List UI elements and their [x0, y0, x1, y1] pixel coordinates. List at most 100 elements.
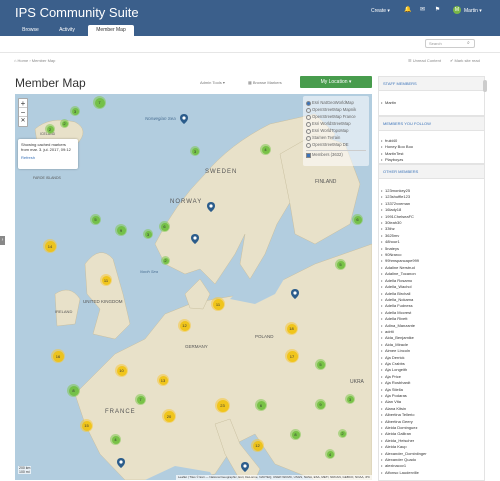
site-title[interactable]: IPS Community Suite — [15, 5, 139, 20]
layer-option[interactable]: Esri NatGeoWorldMap — [306, 99, 366, 106]
member-marker[interactable] — [291, 289, 299, 299]
unread-content-link[interactable]: ☰ Unread Content — [408, 58, 441, 63]
browse-markers-button[interactable]: ▦ Browse Markers — [248, 80, 282, 85]
mark-site-read-link[interactable]: ✔ Mark site read — [450, 58, 480, 63]
messages-icon[interactable]: ✉ — [419, 7, 426, 13]
marker-cluster[interactable]: 4 — [110, 434, 121, 445]
marker-cluster[interactable]: 5 — [90, 214, 101, 225]
member-marker[interactable] — [117, 458, 125, 468]
marker-cluster[interactable]: 12 — [178, 319, 191, 332]
layer-option[interactable]: Stamen Terrain — [306, 134, 366, 141]
marker-cluster[interactable]: 17 — [285, 349, 299, 363]
cluster-count: 9 — [316, 400, 325, 409]
reports-icon[interactable]: ⚑ — [434, 7, 441, 13]
marker-cluster[interactable]: 9 — [315, 399, 326, 410]
marker-cluster[interactable]: 23 — [215, 398, 230, 413]
marker-cluster[interactable]: 18 — [285, 322, 298, 335]
cluster-count: 11 — [212, 298, 224, 310]
cluster-count: 7 — [136, 395, 145, 404]
search-icon[interactable]: ⌕ — [467, 40, 470, 46]
marker-cluster[interactable]: 5 — [315, 359, 326, 370]
cluster-count: 9 — [116, 225, 126, 235]
admin-tools-menu[interactable]: Admin Tools ▾ — [200, 80, 225, 85]
marker-cluster[interactable]: 10 — [115, 364, 128, 377]
tab-browse[interactable]: Browse — [14, 25, 47, 36]
map-attribution[interactable]: Leaflet | Tiles © Esri — National Geogra… — [176, 475, 372, 480]
marker-cluster[interactable]: 7 — [135, 394, 146, 405]
marker-cluster[interactable]: 2 — [45, 124, 55, 134]
map-label-poland: POLAND — [255, 334, 274, 339]
marker-cluster[interactable]: 3 — [190, 146, 200, 156]
layer-option[interactable]: OpenStreetMap DE — [306, 141, 366, 148]
marker-cluster[interactable]: 3 — [143, 229, 153, 239]
marker-cluster[interactable]: 7 — [93, 96, 106, 109]
cluster-count: 16 — [52, 350, 64, 362]
marker-cluster[interactable]: 20 — [162, 409, 176, 423]
marker-cluster[interactable]: 3 — [345, 394, 355, 404]
avatar[interactable]: M — [453, 6, 461, 14]
layer-option[interactable]: OpenStreetMap France — [306, 113, 366, 120]
marker-cluster[interactable]: 9 — [115, 224, 127, 236]
zoom-out-button[interactable]: − — [19, 108, 27, 117]
cluster-count: 14 — [44, 240, 56, 252]
cluster-count: 6 — [160, 222, 169, 231]
cluster-count: 3 — [346, 395, 354, 403]
layer-option[interactable]: Esri WorldStreetMap — [306, 120, 366, 127]
marker-cluster[interactable]: 12 — [251, 439, 264, 452]
fullscreen-icon[interactable]: ✕ — [19, 117, 27, 126]
cluster-count: 2 — [162, 257, 169, 264]
layer-option[interactable]: Esri WorldTopoMap — [306, 127, 366, 134]
zoom-in-button[interactable]: + — [19, 99, 27, 108]
marker-cluster[interactable]: 3 — [70, 106, 80, 116]
user-menu[interactable]: Martin ▾ — [464, 8, 482, 14]
site-header: IPS Community Suite Create ▾ 🔔 ✉ ⚑ M Mar… — [0, 0, 500, 36]
marker-cluster[interactable]: 13 — [157, 374, 169, 386]
marker-cluster[interactable]: 6 — [352, 214, 363, 225]
marker-cluster[interactable]: 5 — [335, 259, 346, 270]
breadcrumb-home[interactable]: Home — [18, 58, 29, 63]
layer-option[interactable]: OpenStreetMap Mapnik — [306, 106, 366, 113]
breadcrumb-current: Member Map — [31, 58, 56, 63]
marker-cluster[interactable]: 4 — [325, 449, 335, 459]
marker-cluster[interactable]: 2 — [338, 429, 347, 438]
marker-cluster[interactable]: 11 — [100, 274, 112, 286]
my-location-button[interactable]: My Location ▾ — [300, 76, 372, 88]
refresh-link[interactable]: Refresh — [21, 155, 75, 160]
overlay-members-checkbox[interactable]: Members (3632) — [306, 150, 366, 158]
member-marker[interactable] — [207, 202, 215, 212]
marker-cluster[interactable]: 2 — [60, 119, 69, 128]
collapse-arrow-icon[interactable]: › — [0, 236, 5, 245]
scale-mi: 100 mi — [19, 470, 30, 474]
notifications-icon[interactable]: 🔔 — [404, 7, 411, 13]
member-marker[interactable] — [241, 462, 249, 472]
marker-cluster[interactable]: 8 — [67, 384, 80, 397]
cluster-count: 11 — [101, 275, 111, 285]
create-button[interactable]: Create ▾ — [371, 8, 390, 14]
marker-cluster[interactable]: 15 — [80, 419, 93, 432]
cluster-count: 8 — [68, 385, 79, 396]
cluster-count: 8 — [291, 430, 300, 439]
marker-cluster[interactable]: 8 — [290, 429, 301, 440]
map-label-uk: UNITED KINGDOM — [83, 299, 123, 304]
cluster-count: 15 — [81, 420, 92, 431]
tab-activity[interactable]: Activity — [49, 25, 85, 36]
member-list-item[interactable]: Martin — [379, 100, 484, 107]
marker-cluster[interactable]: 6 — [255, 399, 267, 411]
cluster-count: 4 — [326, 450, 334, 458]
marker-cluster[interactable]: 14 — [43, 239, 57, 253]
member-marker[interactable] — [180, 114, 188, 124]
following-header: MEMBERS YOU FOLLOW — [379, 117, 484, 131]
marker-cluster[interactable]: 2 — [161, 256, 170, 265]
member-map[interactable]: Norwegian Sea ICELAND FAROE ISLANDS SWED… — [15, 94, 372, 480]
marker-cluster[interactable]: 4 — [260, 144, 271, 155]
tab-member-map[interactable]: Member Map — [88, 25, 134, 36]
member-list-item[interactable]: Alfonso Lauderville — [379, 470, 484, 477]
marker-cluster[interactable]: 11 — [211, 297, 225, 311]
member-marker[interactable] — [191, 234, 199, 244]
cluster-count: 4 — [261, 145, 270, 154]
marker-cluster[interactable]: 16 — [51, 349, 65, 363]
member-list-item[interactable]: Playboyzs — [379, 157, 484, 164]
marker-cluster[interactable]: 6 — [159, 221, 170, 232]
sidebar-scrollbar[interactable] — [483, 80, 487, 92]
home-icon[interactable]: ⌂ — [14, 58, 16, 63]
